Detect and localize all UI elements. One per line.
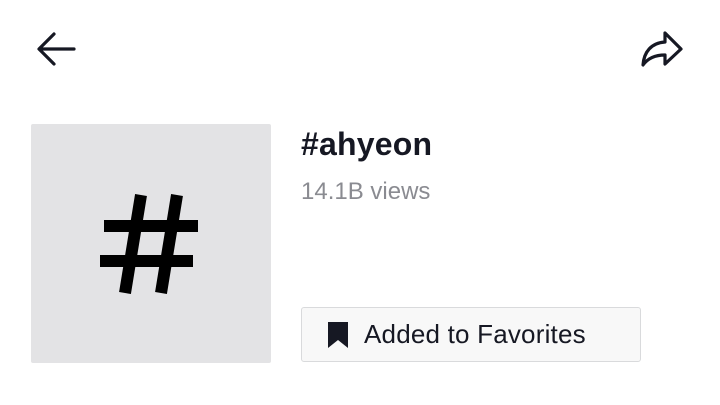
share-button[interactable] [638, 25, 686, 73]
added-to-favorites-button[interactable]: Added to Favorites [301, 307, 641, 362]
view-count: 14.1B views [301, 178, 431, 205]
arrow-left-icon [37, 32, 76, 66]
hashtag-thumbnail [31, 124, 271, 363]
share-arrow-icon [641, 31, 683, 67]
bookmark-filled-icon [326, 321, 350, 349]
hashtag-title: #ahyeon [301, 126, 433, 162]
favorites-button-label: Added to Favorites [364, 319, 586, 349]
back-button[interactable] [32, 25, 80, 73]
hashtag-page: #ahyeon 14.1B views Added to Favorites [0, 0, 720, 405]
hashtag-icon [100, 193, 198, 294]
